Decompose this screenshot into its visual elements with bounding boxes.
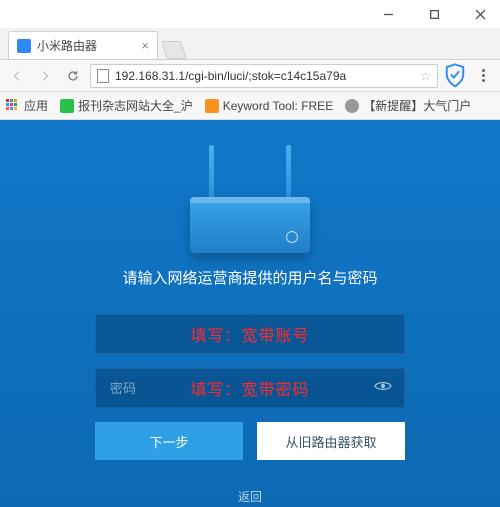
bookmark-label: 【新提醒】大气门户 [363,97,471,114]
browser-menu-button[interactable] [472,65,494,87]
window-close-button[interactable] [466,4,494,24]
tab-close-button[interactable]: × [141,39,149,52]
back-link-label: 返回 [238,490,262,504]
nav-forward-button[interactable] [34,65,56,87]
tab-favicon [17,39,31,53]
bookmark-item[interactable]: 报刊杂志网站大全_沪 [60,97,193,114]
apps-label: 应用 [24,97,48,114]
security-shield-icon[interactable] [444,65,466,87]
bookmark-item[interactable]: 【新提醒】大气门户 [345,97,471,114]
bookmark-bar: 应用 报刊杂志网站大全_沪 Keyword Tool: FREE 【新提醒】大气… [0,92,500,120]
bookmark-label: Keyword Tool: FREE [223,99,334,113]
tab-strip: 小米路由器 × [0,28,500,60]
back-link[interactable]: 返回 [95,488,405,505]
nav-reload-button[interactable] [62,65,84,87]
browser-tab[interactable]: 小米路由器 × [8,31,158,59]
toggle-password-visibility[interactable] [374,379,392,397]
bookmark-favicon [60,99,74,113]
url-text: 192.168.31.1/cgi-bin/luci/;stok=c14c15a7… [115,69,414,83]
maximize-icon [429,9,440,20]
url-field[interactable]: 192.168.31.1/cgi-bin/luci/;stok=c14c15a7… [90,64,438,88]
reload-icon [66,69,80,83]
window-minimize-button[interactable] [374,4,402,24]
new-tab-button[interactable] [161,41,187,59]
nav-back-button[interactable] [6,65,28,87]
bookmark-label: 报刊杂志网站大全_沪 [78,97,193,114]
arrow-right-icon [38,69,52,83]
apps-icon [6,99,20,113]
router-illustration [175,138,325,253]
minimize-icon [383,9,394,20]
eye-icon [374,380,392,392]
close-icon [475,9,486,20]
password-field-wrap: 填写：宽带密码 [95,368,405,408]
page-icon [97,69,109,83]
window-titlebar [0,0,500,28]
page-content: 请输入网络运营商提供的用户名与密码 填写：宽带账号 填写：宽带密码 下一步 从旧… [0,120,500,507]
bookmark-star-icon[interactable]: ☆ [420,69,431,83]
setup-prompt: 请输入网络运营商提供的用户名与密码 [0,267,500,288]
window-maximize-button[interactable] [420,4,448,24]
next-button-label: 下一步 [149,432,188,451]
shield-icon [444,63,466,88]
username-input[interactable] [110,327,390,342]
arrow-left-icon [10,69,24,83]
apps-shortcut[interactable]: 应用 [6,97,48,114]
setup-form: 填写：宽带账号 填写：宽带密码 下一步 从旧路由器获取 返回 [95,314,405,505]
bookmark-favicon [205,99,219,113]
username-field-wrap: 填写：宽带账号 [95,314,405,354]
next-button[interactable]: 下一步 [95,422,243,460]
bookmark-item[interactable]: Keyword Tool: FREE [205,99,334,113]
tab-title: 小米路由器 [37,37,97,54]
import-button-label: 从旧路由器获取 [285,432,376,451]
button-row: 下一步 从旧路由器获取 [95,422,405,460]
bookmark-favicon [345,99,359,113]
import-from-old-router-button[interactable]: 从旧路由器获取 [257,422,405,460]
password-input[interactable] [110,381,390,396]
address-bar: 192.168.31.1/cgi-bin/luci/;stok=c14c15a7… [0,60,500,92]
